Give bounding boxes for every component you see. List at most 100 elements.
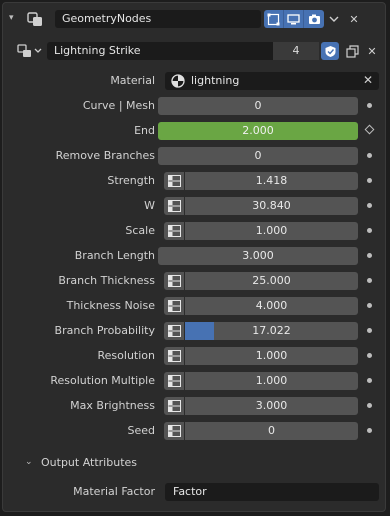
prop-label-max-brightness: Max Brightness bbox=[70, 399, 155, 412]
prop-label-remove-branches: Remove Branches bbox=[55, 149, 155, 162]
keyframe-diamond-icon[interactable] bbox=[364, 124, 375, 135]
spreadsheet-icon bbox=[167, 375, 181, 387]
attribute-toggle-branch-thickness[interactable] bbox=[164, 272, 184, 290]
material-label: Material bbox=[110, 74, 155, 87]
unlink-node-group-button[interactable]: ✕ bbox=[363, 42, 381, 60]
keyframe-dot-icon[interactable] bbox=[367, 353, 372, 358]
collapse-caret-icon[interactable]: ▾ bbox=[9, 13, 19, 23]
attribute-toggle-thickness-noise[interactable] bbox=[164, 297, 184, 315]
material-selector[interactable]: lightning ✕ bbox=[165, 72, 379, 90]
prop-field-curve-mesh[interactable]: 0 bbox=[158, 97, 358, 115]
prop-value-thickness-noise: 4.000 bbox=[255, 299, 288, 312]
keyframe-dot-icon[interactable] bbox=[367, 403, 372, 408]
attribute-toggle-branch-probability[interactable] bbox=[164, 322, 184, 340]
prop-row-max-brightness: Max Brightness 3.000 bbox=[3, 396, 387, 416]
prop-field-max-brightness[interactable]: 3.000 bbox=[185, 397, 358, 415]
duplicate-node-group-button[interactable] bbox=[343, 42, 361, 60]
spreadsheet-icon bbox=[167, 175, 181, 187]
prop-field-seed[interactable]: 0 bbox=[185, 422, 358, 440]
node-group-users-count[interactable]: 4 bbox=[273, 42, 319, 60]
prop-field-resolution-multiple[interactable]: 1.000 bbox=[185, 372, 358, 390]
prop-field-end[interactable]: 2.000 bbox=[158, 122, 358, 140]
prop-field-branch-length[interactable]: 3.000 bbox=[158, 247, 358, 265]
keyframe-dot-icon[interactable] bbox=[367, 303, 372, 308]
prop-field-branch-thickness[interactable]: 25.000 bbox=[185, 272, 358, 290]
keyframe-dot-icon[interactable] bbox=[367, 228, 372, 233]
prop-row-remove-branches: Remove Branches 0 bbox=[3, 146, 387, 166]
material-clear-button[interactable]: ✕ bbox=[363, 73, 373, 87]
keyframe-dot-icon[interactable] bbox=[367, 178, 372, 183]
spreadsheet-icon bbox=[167, 300, 181, 312]
modifier-panel: ▾ GeometryNodes ✕ Lightning Strike 4 ✕ M… bbox=[2, 2, 386, 512]
material-factor-label: Material Factor bbox=[73, 485, 155, 498]
keyframe-dot-icon[interactable] bbox=[367, 203, 372, 208]
output-attributes-section[interactable]: ⌄ Output Attributes bbox=[25, 454, 365, 472]
material-sphere-icon bbox=[171, 74, 185, 88]
spreadsheet-icon bbox=[167, 350, 181, 362]
keyframe-dot-icon[interactable] bbox=[367, 103, 372, 108]
remove-modifier-button[interactable]: ✕ bbox=[345, 10, 363, 28]
prop-field-remove-branches[interactable]: 0 bbox=[158, 147, 358, 165]
prop-value-branch-length: 3.000 bbox=[242, 249, 274, 262]
modifier-menu-dropdown[interactable] bbox=[325, 10, 343, 28]
keyframe-dot-icon[interactable] bbox=[367, 378, 372, 383]
spreadsheet-icon bbox=[167, 200, 181, 212]
spreadsheet-icon bbox=[167, 400, 181, 412]
spreadsheet-icon bbox=[167, 325, 181, 337]
prop-value-w: 30.840 bbox=[252, 199, 291, 212]
prop-row-thickness-noise: Thickness Noise 4.000 bbox=[3, 296, 387, 316]
attribute-toggle-scale[interactable] bbox=[164, 222, 184, 240]
node-tree-icon bbox=[17, 44, 42, 57]
attribute-toggle-max-brightness[interactable] bbox=[164, 397, 184, 415]
viewport-toggle[interactable] bbox=[284, 10, 304, 28]
prop-label-w: W bbox=[144, 199, 155, 212]
prop-field-thickness-noise[interactable]: 4.000 bbox=[185, 297, 358, 315]
keyframe-dot-icon[interactable] bbox=[367, 278, 372, 283]
prop-field-scale[interactable]: 1.000 bbox=[185, 222, 358, 240]
output-attributes-title: Output Attributes bbox=[41, 456, 138, 469]
prop-value-branch-thickness: 25.000 bbox=[252, 274, 291, 287]
chevron-down-icon: ⌄ bbox=[25, 457, 33, 467]
node-group-row: Lightning Strike 4 ✕ bbox=[17, 41, 379, 61]
material-factor-field[interactable]: Factor bbox=[165, 483, 379, 501]
fake-user-button[interactable] bbox=[321, 42, 339, 60]
viewport-icon bbox=[287, 13, 300, 24]
prop-value-remove-branches: 0 bbox=[254, 149, 262, 162]
spreadsheet-icon bbox=[167, 275, 181, 287]
prop-field-w[interactable]: 30.840 bbox=[185, 197, 358, 215]
prop-row-curve-mesh: Curve | Mesh 0 bbox=[3, 96, 387, 116]
prop-value-seed: 0 bbox=[268, 424, 275, 437]
keyframe-dot-icon[interactable] bbox=[367, 428, 372, 433]
render-toggle[interactable] bbox=[304, 10, 324, 28]
attribute-toggle-strength[interactable] bbox=[164, 172, 184, 190]
duplicate-icon bbox=[345, 44, 359, 58]
material-row: Material lightning ✕ bbox=[3, 71, 387, 91]
prop-field-strength[interactable]: 1.418 bbox=[185, 172, 358, 190]
prop-value-max-brightness: 3.000 bbox=[255, 399, 288, 412]
prop-label-resolution-multiple: Resolution Multiple bbox=[50, 374, 155, 387]
material-name: lightning bbox=[191, 74, 240, 87]
keyframe-dot-icon[interactable] bbox=[367, 253, 372, 258]
prop-row-strength: Strength 1.418 bbox=[3, 171, 387, 191]
keyframe-dot-icon[interactable] bbox=[367, 153, 372, 158]
modifier-name-field[interactable]: GeometryNodes bbox=[55, 10, 261, 28]
node-group-browse[interactable] bbox=[17, 42, 45, 60]
keyframe-dot-icon[interactable] bbox=[367, 328, 372, 333]
prop-row-resolution-multiple: Resolution Multiple 1.000 bbox=[3, 371, 387, 391]
editmode-toggle[interactable] bbox=[264, 10, 284, 28]
render-icon bbox=[308, 14, 320, 24]
prop-label-scale: Scale bbox=[125, 224, 155, 237]
prop-label-branch-length: Branch Length bbox=[74, 249, 155, 262]
prop-field-branch-probability[interactable]: 17.022 bbox=[185, 322, 358, 340]
prop-field-resolution[interactable]: 1.000 bbox=[185, 347, 358, 365]
node-group-name-field[interactable]: Lightning Strike bbox=[47, 42, 273, 60]
attribute-toggle-seed[interactable] bbox=[164, 422, 184, 440]
attribute-toggle-resolution-multiple[interactable] bbox=[164, 372, 184, 390]
attribute-toggle-resolution[interactable] bbox=[164, 347, 184, 365]
spreadsheet-icon bbox=[167, 225, 181, 237]
prop-row-scale: Scale 1.000 bbox=[3, 221, 387, 241]
attribute-toggle-w[interactable] bbox=[164, 197, 184, 215]
prop-label-strength: Strength bbox=[107, 174, 155, 187]
prop-label-seed: Seed bbox=[127, 424, 156, 437]
prop-label-curve-mesh: Curve | Mesh bbox=[82, 99, 155, 112]
